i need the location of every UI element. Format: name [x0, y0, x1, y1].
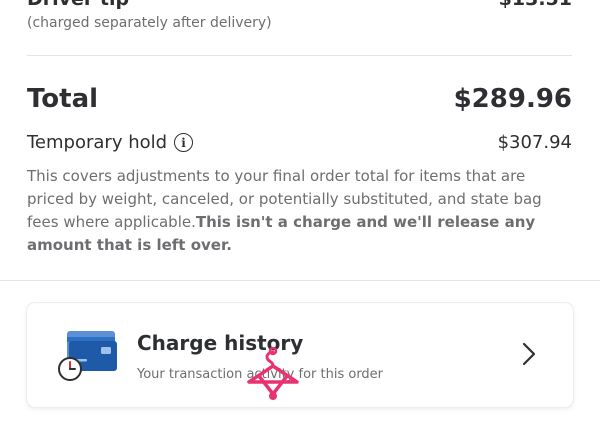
temporary-hold-label: Temporary hold	[27, 132, 168, 153]
temporary-hold-description: This covers adjustments to your final or…	[27, 165, 557, 257]
total-row: Total $289.96	[27, 84, 572, 114]
driver-tip-note: (charged separately after delivery)	[27, 15, 272, 31]
hanger-icon[interactable]	[245, 346, 301, 404]
driver-tip-amount: $13.51	[499, 0, 572, 10]
total-amount: $289.96	[453, 84, 572, 114]
credit-card-clock-icon	[58, 331, 117, 381]
temporary-hold-amount: $307.94	[497, 132, 572, 153]
driver-tip-label: Driver tip	[27, 0, 129, 10]
chevron-right-icon[interactable]	[521, 341, 537, 367]
info-icon[interactable]: i	[174, 133, 194, 152]
section-divider	[0, 280, 600, 281]
driver-tip-row: Driver tip $13.51	[27, 0, 572, 10]
order-summary-page: Driver tip $13.51 (charged separately af…	[0, 0, 600, 429]
temporary-hold-label-group: Temporary hold i	[27, 132, 194, 153]
total-label: Total	[27, 84, 99, 114]
divider	[27, 55, 572, 56]
temporary-hold-row: Temporary hold i $307.94	[27, 132, 572, 153]
